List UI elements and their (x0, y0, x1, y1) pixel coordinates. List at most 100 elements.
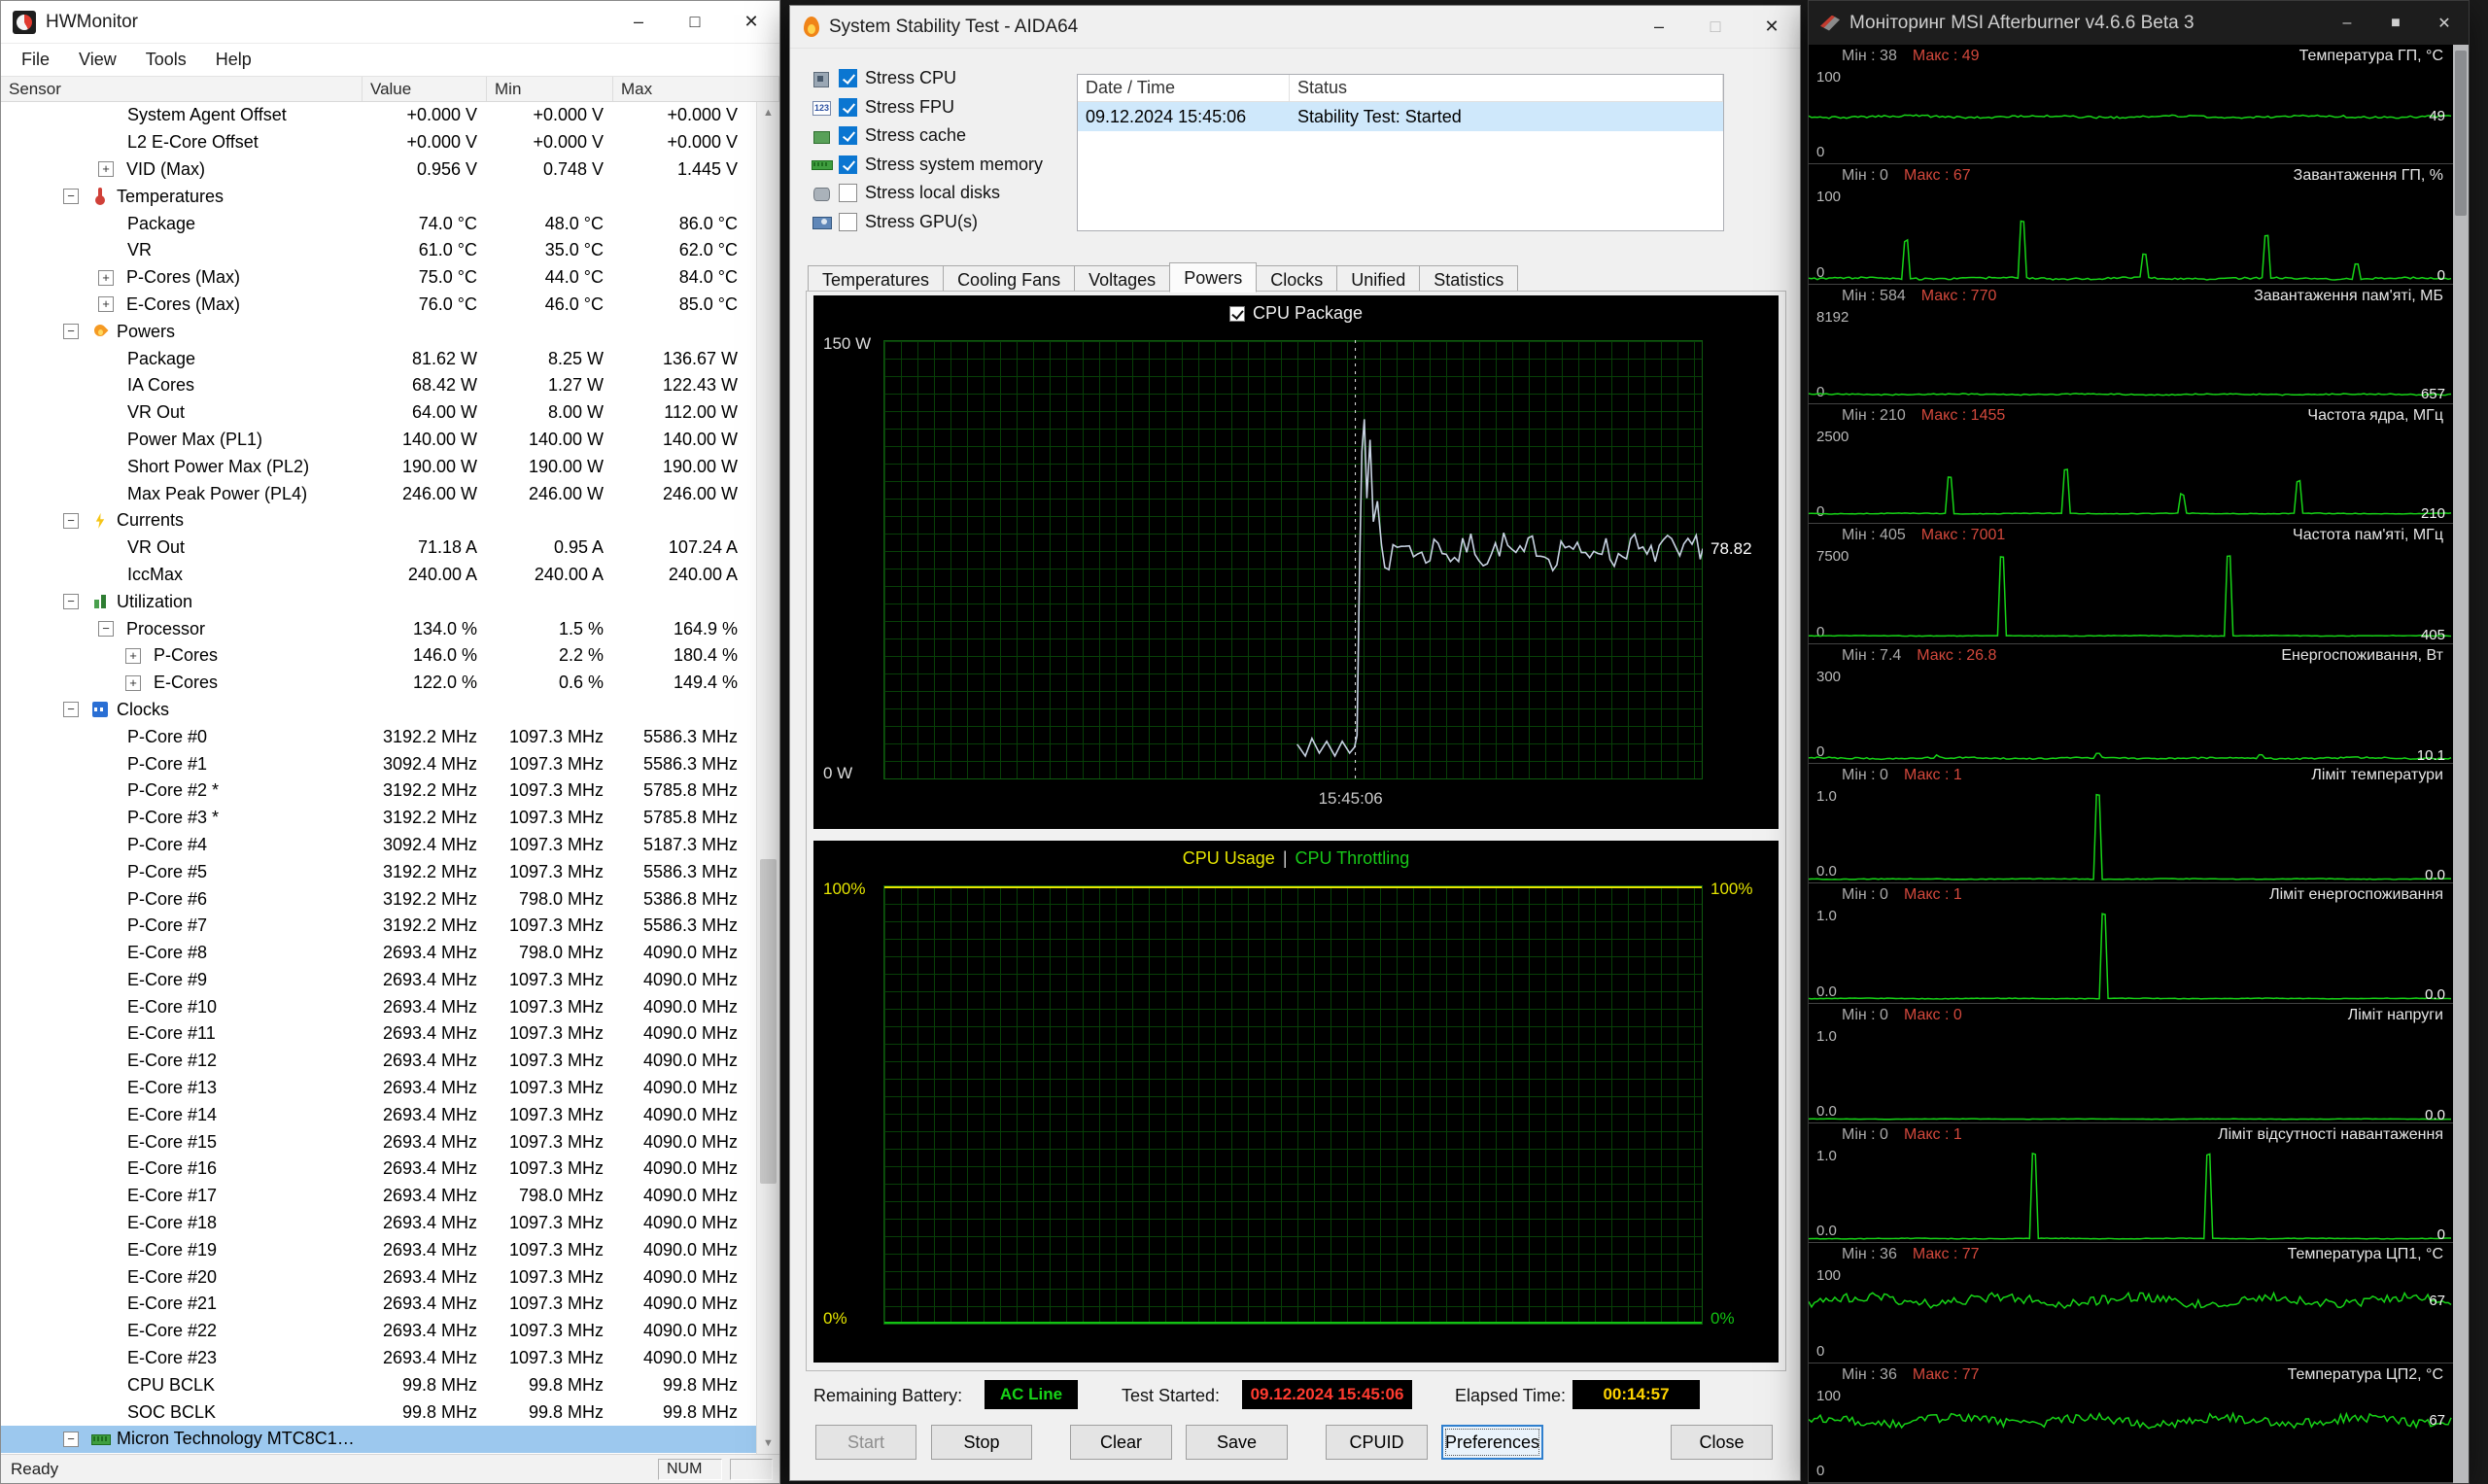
table-row[interactable]: E-Core #18 2693.4 MHz 1097.3 MHz 4090.0 MHz (1, 1210, 779, 1237)
table-row[interactable]: SOC BCLK 99.8 MHz 99.8 MHz 99.8 MHz (1, 1398, 779, 1426)
minimize-button[interactable]: – (610, 1, 667, 43)
expand-toggle[interactable]: − (63, 189, 79, 205)
checkbox[interactable] (839, 212, 857, 231)
table-row[interactable]: E-Core #14 2693.4 MHz 1097.3 MHz 4090.0 MHz (1, 1101, 779, 1128)
scrollbar-thumb[interactable] (760, 858, 777, 1184)
table-row[interactable]: Short Power Max (PL2) 190.00 W 190.00 W 190… (1, 453, 779, 480)
expand-toggle[interactable]: − (63, 1431, 79, 1447)
column-header-max[interactable]: Max (613, 77, 779, 101)
column-header-sensor[interactable]: Sensor (1, 77, 363, 101)
table-row-selected[interactable]: − Micron Technology MTC8C1084... (1, 1426, 779, 1453)
table-row[interactable]: + E-Cores (Max) 76.0 °C 46.0 °C 85.0 °C (1, 292, 779, 319)
close-button[interactable]: ✕ (2420, 1, 2469, 45)
scrollbar-thumb[interactable] (2455, 51, 2467, 216)
expand-toggle[interactable]: + (98, 269, 114, 286)
table-row[interactable]: IA Cores 68.42 W 1.27 W 122.43 W (1, 372, 779, 399)
table-row[interactable]: − Processor 134.0 % 1.5 % 164.9 % (1, 615, 779, 642)
expand-toggle[interactable]: − (63, 594, 79, 610)
table-row[interactable]: Max Peak Power (PL4) 246.00 W 246.00 W 246.… (1, 480, 779, 507)
checkbox[interactable] (839, 69, 857, 88)
checkbox[interactable] (839, 184, 857, 203)
table-row[interactable]: E-Core #8 2693.4 MHz 798.0 MHz 4090.0 MHz (1, 940, 779, 967)
menu-item-help[interactable]: Help (201, 44, 266, 76)
tab-powers[interactable]: Powers (1169, 262, 1258, 293)
table-row[interactable]: P-Core #2 * 3192.2 MHz 1097.3 MHz 5785.8 MH… (1, 777, 779, 805)
expand-toggle[interactable]: + (125, 647, 141, 664)
minimize-button[interactable]: – (2323, 1, 2371, 45)
table-row[interactable]: P-Core #5 3192.2 MHz 1097.3 MHz 5586.3 MHz (1, 858, 779, 885)
scroll-up-icon[interactable]: ▲ (757, 102, 779, 123)
expand-toggle[interactable]: + (98, 296, 114, 313)
maximize-button[interactable]: ■ (2371, 1, 2420, 45)
table-row[interactable]: + E-Cores 122.0 % 0.6 % 149.4 % (1, 670, 779, 697)
table-row[interactable]: Power Max (PL1) 140.00 W 140.00 W 140.00 W (1, 427, 779, 454)
expand-toggle[interactable]: + (98, 161, 114, 178)
table-row[interactable]: System Agent Offset +0.000 V +0.000 V +0.00… (1, 102, 779, 129)
tab-temperatures[interactable]: Temperatures (808, 265, 945, 293)
stress-fpu-option[interactable]: Stress FPU (810, 93, 1043, 122)
table-row[interactable]: + VID (Max) 0.956 V 0.748 V 1.445 V (1, 156, 779, 184)
stress-gpu-s-option[interactable]: Stress GPU(s) (810, 208, 1043, 237)
table-row[interactable]: + P-Cores 146.0 % 2.2 % 180.4 % (1, 642, 779, 670)
table-row[interactable]: E-Core #16 2693.4 MHz 1097.3 MHz 4090.0 MHz (1, 1156, 779, 1183)
log-column-date-time[interactable]: Date / Time (1078, 75, 1290, 101)
expand-toggle[interactable]: − (98, 621, 114, 638)
table-row[interactable]: P-Core #4 3092.4 MHz 1097.3 MHz 5187.3 MHz (1, 832, 779, 859)
maximize-button[interactable]: □ (667, 1, 723, 43)
table-row[interactable]: − Temperatures (1, 183, 779, 210)
menu-item-tools[interactable]: Tools (131, 44, 201, 76)
stress-system-memory-option[interactable]: Stress system memory (810, 151, 1043, 180)
menu-item-file[interactable]: File (7, 44, 64, 76)
table-row[interactable]: E-Core #22 2693.4 MHz 1097.3 MHz 4090.0 MHz (1, 1318, 779, 1345)
close-button[interactable]: Close (1671, 1425, 1773, 1460)
close-button[interactable]: ✕ (1744, 6, 1800, 48)
preferences-button[interactable]: Preferences (1441, 1425, 1543, 1460)
expand-toggle[interactable]: − (63, 324, 79, 340)
tab-unified[interactable]: Unified (1336, 265, 1421, 293)
table-row[interactable]: E-Core #11 2693.4 MHz 1097.3 MHz 4090.0 MHz (1, 1020, 779, 1048)
table-row[interactable]: E-Core #13 2693.4 MHz 1097.3 MHz 4090.0 MHz (1, 1075, 779, 1102)
table-row[interactable]: E-Core #17 2693.4 MHz 798.0 MHz 4090.0 MHz (1, 1183, 779, 1210)
checkbox[interactable] (839, 97, 857, 117)
expand-toggle[interactable]: − (63, 702, 79, 718)
hwmonitor-scrollbar[interactable]: ▲ ▼ (756, 102, 779, 1454)
hwmonitor-titlebar[interactable]: HWMonitor – □ ✕ (1, 1, 779, 44)
column-header-value[interactable]: Value (363, 77, 487, 101)
expand-toggle[interactable]: − (63, 512, 79, 529)
tab-clocks[interactable]: Clocks (1256, 265, 1338, 293)
table-row[interactable]: CPU BCLK 99.8 MHz 99.8 MHz 99.8 MHz (1, 1371, 779, 1398)
table-row[interactable]: − Utilization (1, 588, 779, 615)
table-row[interactable]: E-Core #10 2693.4 MHz 1097.3 MHz 4090.0 MHz (1, 993, 779, 1020)
table-row[interactable]: VR Out 71.18 A 0.95 A 107.24 A (1, 535, 779, 562)
table-row[interactable]: VR Out 64.00 W 8.00 W 112.00 W (1, 399, 779, 427)
table-row[interactable]: Package 74.0 °C 48.0 °C 86.0 °C (1, 210, 779, 237)
checkbox[interactable] (839, 126, 857, 146)
expand-toggle[interactable]: + (125, 674, 141, 691)
table-row[interactable]: E-Core #15 2693.4 MHz 1097.3 MHz 4090.0 MHz (1, 1128, 779, 1156)
table-row[interactable]: E-Core #23 2693.4 MHz 1097.3 MHz 4090.0 MHz (1, 1345, 779, 1372)
table-row[interactable]: − Clocks (1, 697, 779, 724)
stress-local-disks-option[interactable]: Stress local disks (810, 179, 1043, 208)
table-row[interactable]: E-Core #19 2693.4 MHz 1097.3 MHz 4090.0 MHz (1, 1236, 779, 1263)
checkbox[interactable] (839, 155, 857, 174)
tab-voltages[interactable]: Voltages (1074, 265, 1171, 293)
table-row[interactable]: L2 E-Core Offset +0.000 V +0.000 V +0.000 V (1, 129, 779, 156)
minimize-button[interactable]: – (1631, 6, 1687, 48)
aida64-titlebar[interactable]: System Stability Test - AIDA64 – □ ✕ (790, 6, 1800, 49)
log-column-status[interactable]: Status (1290, 75, 1723, 101)
close-button[interactable]: ✕ (723, 1, 779, 43)
log-row-selected[interactable]: 09.12.2024 15:45:06 Stability Test: Start… (1078, 102, 1723, 131)
afterburner-titlebar[interactable]: Моніторинг MSI Afterburner v4.6.6 Beta 3… (1809, 1, 2469, 45)
start-button[interactable]: Start (815, 1425, 916, 1460)
table-row[interactable]: Package 81.62 W 8.25 W 136.67 W (1, 345, 779, 372)
table-row[interactable]: IccMax 240.00 A 240.00 A 240.00 A (1, 562, 779, 589)
cpu-package-checkbox[interactable] (1228, 305, 1245, 322)
stress-cache-option[interactable]: Stress cache (810, 121, 1043, 151)
column-header-min[interactable]: Min (487, 77, 613, 101)
table-row[interactable]: P-Core #0 3192.2 MHz 1097.3 MHz 5586.3 MHz (1, 723, 779, 750)
table-row[interactable]: E-Core #21 2693.4 MHz 1097.3 MHz 4090.0 MHz (1, 1291, 779, 1318)
table-row[interactable]: P-Core #1 3092.4 MHz 1097.3 MHz 5586.3 MHz (1, 750, 779, 777)
table-row[interactable]: P-Core #7 3192.2 MHz 1097.3 MHz 5586.3 MHz (1, 913, 779, 940)
maximize-button[interactable]: □ (1687, 6, 1744, 48)
table-row[interactable]: P-Core #6 3192.2 MHz 798.0 MHz 5386.8 MHz (1, 885, 779, 913)
